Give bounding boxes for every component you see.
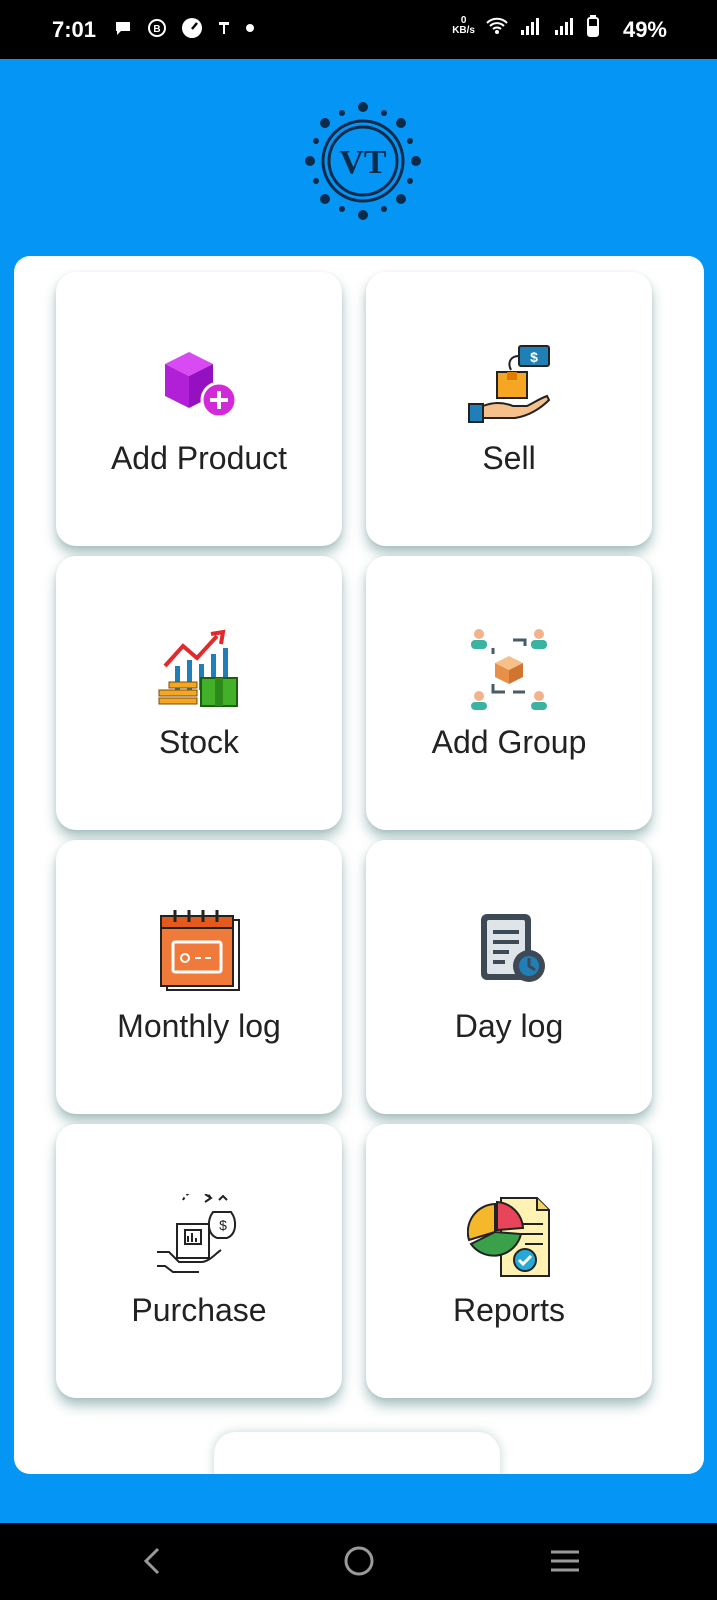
status-right-icons: 0 KB/s <box>452 15 599 37</box>
day-log-card[interactable]: Day log <box>366 840 652 1114</box>
signal-icon <box>521 18 539 35</box>
svg-text:VT: VT <box>339 144 387 181</box>
dot-icon <box>246 24 254 32</box>
reports-icon <box>467 1197 550 1277</box>
home-icon[interactable] <box>339 1541 379 1581</box>
notification-icons: B <box>113 17 255 39</box>
tool-icon <box>219 22 229 34</box>
partial-card[interactable] <box>214 1432 500 1474</box>
navigation-bar <box>0 1523 717 1600</box>
chat-icon <box>116 22 130 35</box>
purchase-label: Purchase <box>131 1292 267 1328</box>
day-log-icon <box>481 914 545 982</box>
stock-card[interactable]: Stock <box>56 556 342 830</box>
network-speed: 0 KB/s <box>452 15 475 36</box>
stock-icon <box>158 629 238 707</box>
business-icon: B <box>148 19 166 37</box>
app-logo: VT <box>304 97 422 225</box>
add-group-label: Add Group <box>431 724 587 760</box>
wifi-icon <box>486 17 508 34</box>
day-log-label: Day log <box>454 1008 564 1044</box>
svg-text:B: B <box>153 24 160 35</box>
sell-card[interactable]: $ Sell <box>366 272 652 546</box>
reports-card[interactable]: Reports <box>366 1124 652 1398</box>
purchase-card[interactable]: $ Purchase <box>56 1124 342 1398</box>
status-bar: 7:01 B 0 KB/s 49% <box>0 0 717 59</box>
reports-label: Reports <box>452 1292 566 1328</box>
speedometer-icon <box>182 18 202 38</box>
svg-text:$: $ <box>530 349 538 365</box>
add-product-icon <box>165 352 238 419</box>
battery-icon <box>587 15 599 37</box>
status-time: 7:01 <box>52 17 97 42</box>
signal-icon-2 <box>555 18 573 35</box>
sell-icon: $ <box>468 345 551 423</box>
add-product-label: Add Product <box>110 440 288 476</box>
back-icon[interactable] <box>132 1541 172 1581</box>
add-product-card[interactable]: Add Product <box>56 272 342 546</box>
add-group-icon <box>471 629 547 710</box>
add-group-card[interactable]: Add Group <box>366 556 652 830</box>
purchase-icon: $ <box>157 1194 237 1273</box>
recents-icon[interactable] <box>545 1541 585 1581</box>
battery-percentage: 49% <box>622 17 667 42</box>
logo-emblem-icon: VT <box>305 102 421 220</box>
monthly-log-icon <box>160 910 240 991</box>
svg-text:$: $ <box>219 1217 227 1233</box>
monthly-log-label: Monthly log <box>117 1008 281 1044</box>
monthly-log-card[interactable]: Monthly log <box>56 840 342 1114</box>
stock-label: Stock <box>158 724 240 760</box>
sell-label: Sell <box>482 440 536 476</box>
menu-panel: Add Product $ Sell Stock Add Group Month… <box>14 256 704 1474</box>
